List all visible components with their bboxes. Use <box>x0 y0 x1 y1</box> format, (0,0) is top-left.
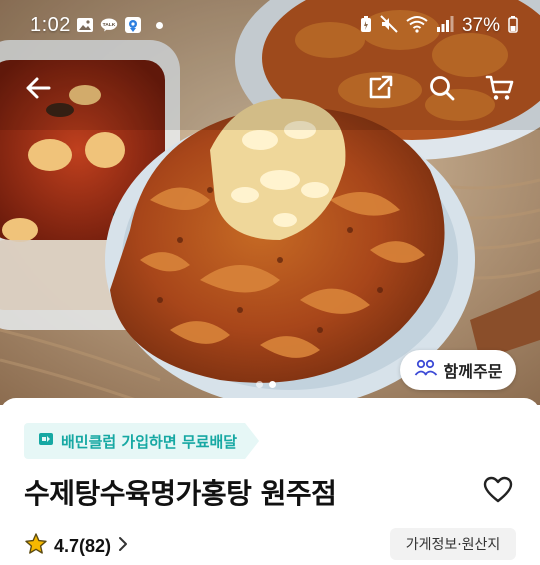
wifi-icon <box>406 15 428 37</box>
pager-dot <box>256 381 263 388</box>
people-icon <box>414 359 438 381</box>
mute-icon <box>380 15 398 37</box>
heart-icon <box>483 476 513 508</box>
image-pager <box>256 381 276 388</box>
group-order-button[interactable]: 함께주문 <box>400 350 516 390</box>
cart-icon <box>485 74 515 106</box>
group-order-label: 함께주문 <box>443 362 503 381</box>
store-info-sheet: 배민클럽 가입하면 무료배달 수제탕수육명가홍탕 원주점 4.7(82) 가게정… <box>0 398 540 565</box>
club-badge-label: 배민클럽 가입하면 무료배달 <box>61 432 238 451</box>
back-arrow-icon <box>24 74 52 106</box>
maps-icon <box>124 16 142 34</box>
search-icon <box>428 74 456 106</box>
talk-icon: TALK <box>100 16 118 34</box>
back-button[interactable] <box>18 70 58 110</box>
baemin-club-badge[interactable]: 배민클럽 가입하면 무료배달 <box>24 423 259 459</box>
hero-image <box>0 0 540 405</box>
favorite-button[interactable] <box>478 474 518 510</box>
battery-percent: 37% <box>461 15 500 36</box>
battery-saver-icon <box>360 15 372 37</box>
chevron-right-icon <box>117 536 129 556</box>
search-button[interactable] <box>422 70 462 110</box>
cart-button[interactable] <box>480 70 520 110</box>
star-icon <box>24 532 48 560</box>
svg-text:TALK: TALK <box>103 22 116 28</box>
club-logo-icon <box>38 431 54 451</box>
share-button[interactable] <box>360 70 400 110</box>
rating-value: 4.7(82) <box>54 535 112 556</box>
share-icon <box>366 74 394 106</box>
status-system-icons: 37% <box>360 15 518 37</box>
store-name: 수제탕수육명가홍탕 원주점 <box>24 477 337 510</box>
rating-link[interactable]: 4.7(82) <box>24 532 129 560</box>
store-info-origin-button[interactable]: 가게정보·원산지 <box>390 528 516 560</box>
status-notification-icons: TALK <box>76 16 163 34</box>
signal-icon <box>436 15 454 37</box>
battery-icon <box>508 15 518 37</box>
status-bar: 1:02 TALK 37% <box>0 0 540 52</box>
dot-icon <box>156 21 163 29</box>
pager-dot-active <box>269 381 276 388</box>
status-time: 1:02 <box>30 14 71 36</box>
gallery-icon <box>76 16 94 34</box>
